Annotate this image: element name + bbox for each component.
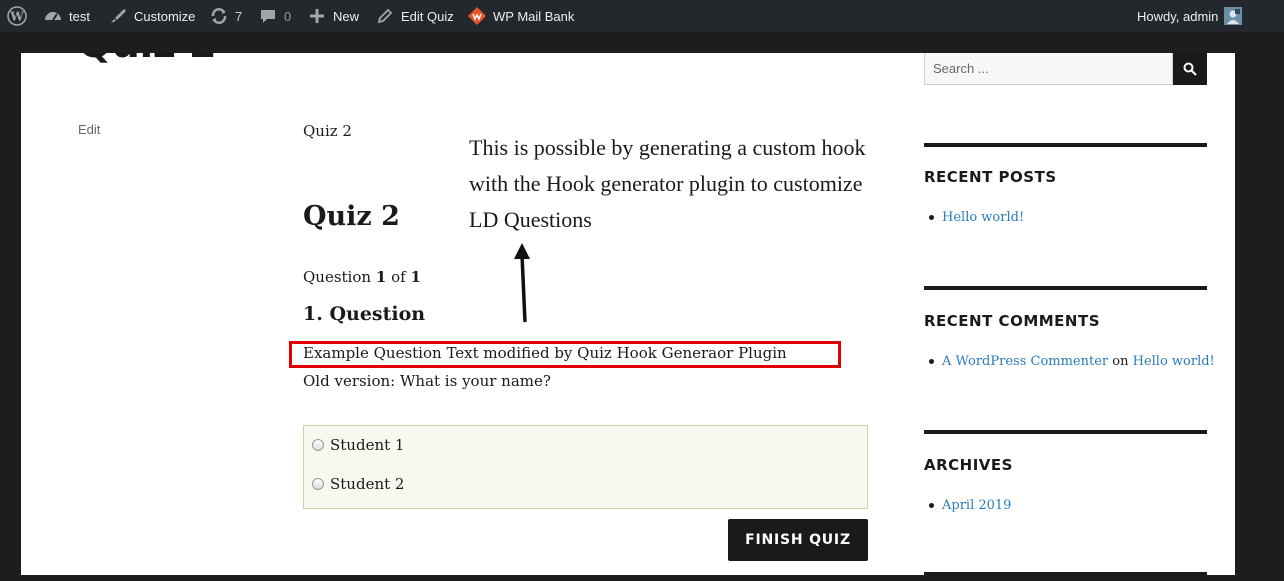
answer-radio-1[interactable]: [312, 439, 324, 451]
question-of: of: [391, 268, 406, 286]
brush-icon: [111, 9, 126, 23]
archive-link[interactable]: April 2019: [942, 498, 1011, 513]
list-item: April 2019: [924, 498, 1011, 513]
comment-author-link[interactable]: A WordPress Commenter: [942, 354, 1108, 369]
greeting: Howdy, admin: [1137, 8, 1219, 24]
annotation-arrow: [514, 243, 530, 323]
pencil-icon: [377, 8, 393, 24]
widget-divider: [924, 430, 1207, 434]
finish-quiz-button[interactable]: FINISH QUIZ: [728, 519, 868, 561]
wp-mail-bank-link[interactable]: WP Mail Bank: [467, 0, 574, 32]
new-content-link[interactable]: New: [307, 0, 359, 32]
quiz-label: Quiz 2: [303, 122, 352, 140]
question-heading: 1. Question: [303, 303, 426, 325]
question-text: Example Question Text modified by Quiz H…: [303, 344, 787, 362]
edit-quiz-label: Edit Quiz: [401, 8, 454, 24]
recent-post-link[interactable]: Hello world!: [942, 210, 1024, 225]
widget-divider: [924, 572, 1207, 575]
archives-title: ARCHIVES: [924, 456, 1013, 474]
search-button[interactable]: [1173, 53, 1207, 85]
annotation-line-3: LD Questions: [469, 207, 592, 232]
updates-icon: [211, 8, 227, 24]
my-account-menu[interactable]: Howdy, admin: [1137, 0, 1243, 32]
answer-label-1: Student 1: [330, 436, 405, 454]
annotation-line-1: This is possible by generating a custom …: [469, 135, 866, 160]
comment-icon: [261, 10, 275, 23]
quiz-heading: Quiz 2: [303, 201, 400, 232]
comments-count: 0: [284, 8, 292, 24]
answer-radio-2[interactable]: [312, 478, 324, 490]
list-item: A WordPress Commenter on Hello world!: [924, 354, 1215, 369]
mail-bank-icon: [468, 7, 486, 25]
comment-post-link[interactable]: Hello world!: [1133, 354, 1215, 369]
recent-comments-title: RECENT COMMENTS: [924, 312, 1101, 330]
wp-mail-bank-label: WP Mail Bank: [493, 8, 575, 24]
annotation-text: This is possible by generating a custom …: [469, 130, 909, 238]
recent-comments-list: A WordPress Commenter on Hello world!: [924, 354, 1215, 369]
answer-list: Student 1 Student 2: [303, 425, 868, 509]
admin-bar: W test Customize 7 0 New Edit Quiz WP Ma…: [0, 0, 1284, 32]
question-total: 1: [410, 268, 421, 286]
recent-posts-list: Hello world!: [924, 210, 1024, 225]
archives-list: April 2019: [924, 498, 1011, 513]
edit-quiz-link[interactable]: Edit Quiz: [375, 0, 454, 32]
edit-link[interactable]: Edit: [78, 122, 100, 137]
updates-count: 7: [235, 8, 243, 24]
customize-link[interactable]: Customize: [108, 0, 195, 32]
page-title: Quiz 2: [78, 53, 217, 67]
wordpress-logo-icon[interactable]: W: [7, 0, 27, 32]
site-name-menu[interactable]: test: [43, 0, 90, 32]
widget-divider: [924, 143, 1207, 147]
page-content: Quiz 2 Edit Quiz 2 This is possible by g…: [21, 53, 1235, 575]
plus-icon: [310, 9, 324, 23]
question-current: 1: [375, 268, 387, 286]
dashboard-icon: [45, 12, 61, 21]
site-name: test: [69, 8, 90, 24]
customize-label: Customize: [134, 8, 196, 24]
recent-posts-title: RECENT POSTS: [924, 168, 1057, 186]
old-version-text: Old version: What is your name?: [303, 372, 551, 390]
widget-divider: [924, 286, 1207, 290]
list-item: Hello world!: [924, 210, 1024, 225]
answer-option-1[interactable]: Student 1: [312, 436, 404, 454]
answer-option-2[interactable]: Student 2: [312, 475, 404, 493]
question-counter: Question 1 of 1: [303, 268, 421, 286]
avatar: [1224, 7, 1243, 25]
comment-on-text: on: [1112, 354, 1129, 369]
comments-link[interactable]: 0: [258, 0, 291, 32]
question-word: Question: [303, 268, 372, 286]
search-input[interactable]: Search ...: [924, 53, 1173, 85]
search-icon: [1183, 62, 1197, 76]
answer-label-2: Student 2: [330, 475, 405, 493]
new-label: New: [333, 8, 360, 24]
annotation-line-2: with the Hook generator plugin to custom…: [469, 171, 863, 196]
updates-link[interactable]: 7: [209, 0, 242, 32]
svg-text:W: W: [9, 10, 24, 24]
